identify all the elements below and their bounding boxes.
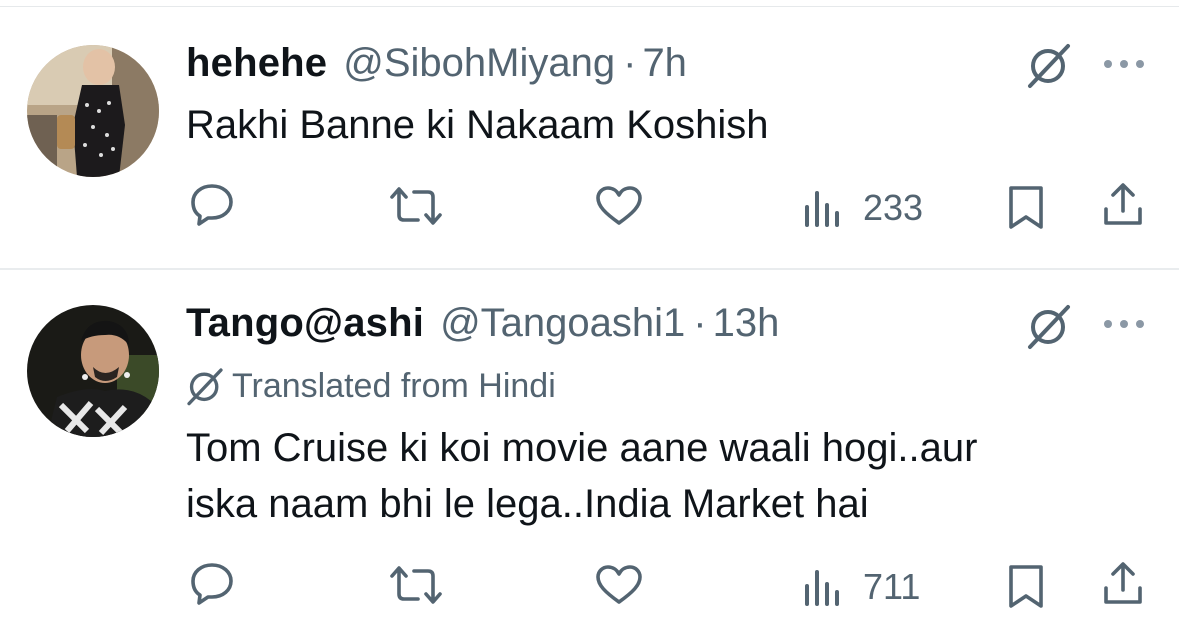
tweet[interactable]: hehehe @SibohMiyang · 7h Rakhi Banne ki … [0, 7, 1179, 270]
share-icon [1104, 183, 1142, 225]
more-options-button[interactable] [1098, 49, 1150, 79]
views-icon [805, 570, 839, 606]
share-button[interactable] [1101, 181, 1145, 227]
like-icon [596, 565, 642, 604]
more-icon [1104, 320, 1144, 328]
more-options-button[interactable] [1098, 309, 1150, 339]
avatar[interactable] [27, 305, 159, 437]
tweet-text-line: Tom Cruise ki koi movie aane waali hogi.… [186, 426, 978, 470]
translated-indicator[interactable]: Translated from Hindi [184, 365, 556, 407]
tweet-text-line: Rakhi Banne ki Nakaam Koshish [186, 103, 769, 147]
bookmark-button[interactable] [1006, 564, 1046, 610]
bookmark-button[interactable] [1006, 185, 1046, 231]
retweet-button[interactable] [388, 564, 444, 606]
bookmark-icon [1009, 565, 1043, 608]
timestamp[interactable]: 13h [713, 301, 780, 346]
timestamp[interactable]: 7h [642, 41, 687, 86]
share-button[interactable] [1101, 560, 1145, 606]
display-name[interactable]: hehehe [186, 41, 327, 86]
grok-translate-button[interactable] [1021, 298, 1077, 354]
tweet-text: Tom Cruise ki koi movie aane waali hogi.… [186, 420, 977, 532]
views-count: 233 [863, 187, 924, 228]
translated-label: Translated from Hindi [232, 366, 556, 405]
like-button[interactable] [595, 185, 643, 227]
tweet[interactable]: Tango@ashi @Tangoashi1 · 13h Translated … [0, 270, 1179, 625]
display-name[interactable]: Tango@ashi [186, 301, 424, 346]
user-handle[interactable]: @SibohMiyang [343, 41, 615, 86]
grok-icon [1028, 305, 1070, 349]
like-icon [596, 186, 642, 225]
bookmark-icon [1009, 186, 1043, 229]
views-button[interactable]: 711 [803, 566, 920, 608]
more-icon [1104, 60, 1144, 68]
share-icon [1104, 562, 1142, 604]
grok-icon [187, 368, 223, 406]
reply-button[interactable] [189, 560, 235, 606]
user-handle[interactable]: @Tangoashi1 [440, 301, 685, 346]
retweet-icon [390, 566, 442, 604]
retweet-icon [390, 187, 442, 225]
views-count: 711 [863, 566, 921, 607]
tweet-text: Rakhi Banne ki Nakaam Koshish [186, 97, 769, 153]
reply-icon [191, 563, 233, 605]
tweet-text-line: iska naam bhi le lega..India Market hai [186, 482, 869, 526]
reply-icon [191, 184, 233, 226]
like-button[interactable] [595, 564, 643, 606]
separator-dot: · [623, 41, 637, 85]
grok-translate-button[interactable] [1021, 37, 1077, 93]
avatar[interactable] [27, 45, 159, 177]
separator-dot: · [693, 301, 707, 345]
retweet-button[interactable] [388, 185, 444, 227]
views-button[interactable]: 233 [803, 187, 923, 229]
reply-button[interactable] [189, 181, 235, 227]
tweet-header: Tango@ashi @Tangoashi1 · 13h [186, 301, 779, 349]
views-icon [805, 191, 839, 227]
grok-icon [1028, 44, 1070, 88]
tweet-header: hehehe @SibohMiyang · 7h [186, 41, 687, 89]
